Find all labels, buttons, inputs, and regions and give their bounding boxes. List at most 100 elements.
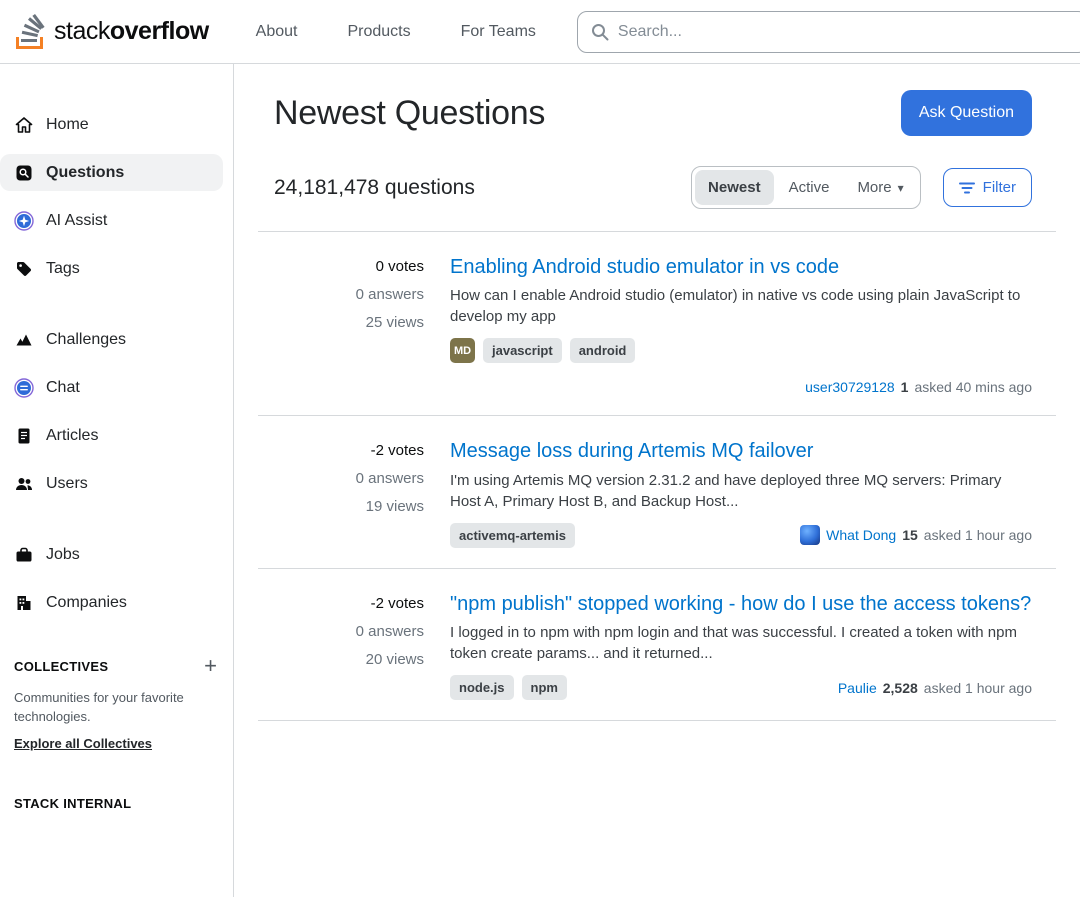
header-nav: About Products For Teams — [231, 13, 561, 51]
view-count: 25 views — [274, 314, 424, 331]
sidebar-item-articles[interactable]: Articles — [0, 417, 223, 454]
question-title-link[interactable]: Enabling Android studio emulator in vs c… — [450, 254, 1032, 280]
tab-newest[interactable]: Newest — [695, 170, 774, 205]
sidebar-item-label: Challenges — [46, 331, 126, 349]
nav-about[interactable]: About — [231, 13, 323, 51]
sidebar-item-label: Users — [46, 475, 88, 493]
asked-time: asked 1 hour ago — [924, 527, 1032, 543]
sidebar-item-jobs[interactable]: Jobs — [0, 536, 223, 573]
page-title: Newest Questions — [274, 94, 545, 133]
stackoverflow-logo-text: stackoverflow — [54, 17, 209, 46]
asked-time: asked 40 mins ago — [914, 379, 1032, 395]
tag[interactable]: npm — [522, 675, 567, 700]
question-stats: 0 votes 0 answers 25 views — [274, 254, 424, 395]
question-excerpt: How can I enable Android studio (emulato… — [450, 285, 1032, 327]
collectives-section: COLLECTIVES + Communities for your favor… — [0, 655, 233, 811]
sidebar-item-label: Jobs — [46, 546, 80, 564]
tag[interactable]: activemq-artemis — [450, 523, 575, 548]
question-stats: -2 votes 0 answers 19 views — [274, 438, 424, 547]
user-reputation: 2,528 — [883, 680, 918, 696]
user-link[interactable]: What Dong — [826, 527, 896, 543]
nav-products[interactable]: Products — [322, 13, 435, 51]
jobs-icon — [14, 545, 34, 565]
nav-for-teams[interactable]: For Teams — [436, 13, 561, 51]
tab-more[interactable]: More ▾ — [844, 170, 916, 205]
user-reputation: 15 — [902, 527, 918, 543]
home-icon — [14, 115, 34, 135]
filter-button[interactable]: Filter — [943, 168, 1032, 207]
answer-count: 0 answers — [274, 623, 424, 640]
question-excerpt: I'm using Artemis MQ version 2.31.2 and … — [450, 470, 1032, 512]
filter-icon — [959, 181, 975, 195]
collectives-description: Communities for your favorite technologi… — [14, 689, 217, 727]
main-content: Newest Questions Ask Question 24,181,478… — [234, 64, 1080, 897]
sidebar-item-companies[interactable]: Companies — [0, 584, 223, 621]
stack-internal-heading: STACK INTERNAL — [14, 796, 217, 811]
sidebar-item-questions[interactable]: Questions — [0, 154, 223, 191]
ai-assist-icon — [14, 211, 34, 231]
sidebar-item-home[interactable]: Home — [0, 106, 223, 143]
left-sidebar: Home Questions AI Assist Tags — [0, 64, 234, 897]
sidebar-item-label: Articles — [46, 427, 98, 445]
user-link[interactable]: Paulie — [838, 680, 877, 696]
top-bar: stackoverflow About Products For Teams — [0, 0, 1080, 64]
question-stats: -2 votes 0 answers 20 views — [274, 591, 424, 700]
avatar[interactable] — [800, 525, 820, 545]
vote-count: -2 votes — [274, 595, 424, 612]
tags-icon — [14, 259, 34, 279]
sidebar-item-chat[interactable]: Chat — [0, 369, 223, 406]
search-input[interactable] — [618, 23, 1075, 41]
answer-count: 0 answers — [274, 470, 424, 487]
question-meta: Paulie 2,528 asked 1 hour ago — [838, 680, 1032, 696]
question-row: 0 votes 0 answers 25 views Enabling Andr… — [258, 231, 1056, 415]
questions-icon — [14, 163, 34, 183]
tag[interactable]: android — [570, 338, 636, 363]
user-link[interactable]: user30729128 — [805, 379, 895, 395]
tag[interactable]: node.js — [450, 675, 514, 700]
question-title-link[interactable]: "npm publish" stopped working - how do I… — [450, 591, 1032, 617]
question-count: 24,181,478 questions — [274, 176, 475, 200]
challenges-icon — [14, 330, 34, 350]
question-row: -2 votes 0 answers 19 views Message loss… — [258, 415, 1056, 567]
vote-count: 0 votes — [274, 258, 424, 275]
user-reputation: 1 — [901, 379, 909, 395]
sidebar-item-label: AI Assist — [46, 212, 107, 230]
stackoverflow-logo[interactable]: stackoverflow — [14, 13, 209, 50]
sidebar-item-ai-assist[interactable]: AI Assist — [0, 202, 223, 239]
vote-count: -2 votes — [274, 442, 424, 459]
articles-icon — [14, 426, 34, 446]
tab-active[interactable]: Active — [776, 170, 843, 205]
sidebar-item-label: Chat — [46, 379, 80, 397]
view-count: 19 views — [274, 498, 424, 515]
chevron-down-icon: ▾ — [898, 181, 904, 195]
explore-collectives-link[interactable]: Explore all Collectives — [14, 736, 152, 751]
sidebar-item-label: Companies — [46, 594, 127, 612]
stackoverflow-logo-icon — [14, 13, 46, 50]
companies-icon — [14, 593, 34, 613]
search-icon — [590, 22, 610, 42]
add-collective-button[interactable]: + — [204, 655, 217, 677]
question-list: 0 votes 0 answers 25 views Enabling Andr… — [258, 231, 1056, 721]
asked-time: asked 1 hour ago — [924, 680, 1032, 696]
question-meta: What Dong 15 asked 1 hour ago — [800, 525, 1032, 545]
sidebar-item-tags[interactable]: Tags — [0, 250, 223, 287]
search-box[interactable] — [577, 11, 1080, 53]
question-row: -2 votes 0 answers 20 views "npm publish… — [258, 568, 1056, 720]
sidebar-item-users[interactable]: Users — [0, 465, 223, 502]
users-icon — [14, 474, 34, 494]
collectives-heading: COLLECTIVES — [14, 659, 108, 674]
chat-icon — [14, 378, 34, 398]
sidebar-item-challenges[interactable]: Challenges — [0, 321, 223, 358]
question-excerpt: I logged in to npm with npm login and th… — [450, 622, 1032, 664]
sidebar-item-label: Home — [46, 116, 89, 134]
answer-count: 0 answers — [274, 286, 424, 303]
avatar[interactable]: MD — [450, 338, 475, 363]
sort-tab-group: Newest Active More ▾ — [691, 166, 921, 209]
sidebar-item-label: Questions — [46, 164, 124, 182]
tag[interactable]: javascript — [483, 338, 562, 363]
question-meta: user30729128 1 asked 40 mins ago — [450, 379, 1032, 395]
ask-question-button[interactable]: Ask Question — [901, 90, 1032, 136]
sidebar-item-label: Tags — [46, 260, 80, 278]
question-title-link[interactable]: Message loss during Artemis MQ failover — [450, 438, 1032, 464]
view-count: 20 views — [274, 651, 424, 668]
